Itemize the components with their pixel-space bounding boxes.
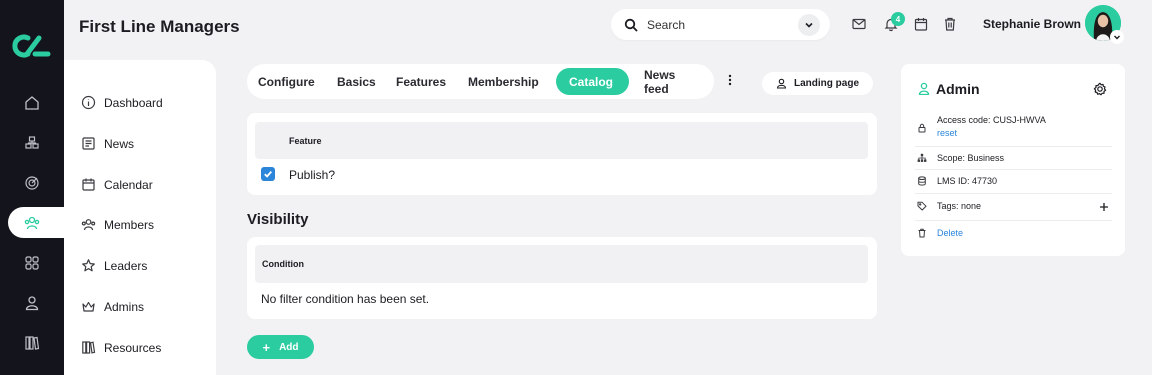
landing-page-button[interactable]: Landing page xyxy=(762,72,873,95)
members-icon xyxy=(81,219,96,231)
newspaper-icon xyxy=(82,137,95,150)
user-icon xyxy=(25,296,39,311)
divider xyxy=(915,146,1112,147)
search-bar[interactable]: Search xyxy=(611,9,830,40)
nav-label: Admins xyxy=(104,299,145,314)
page-title: First Line Managers xyxy=(79,17,240,36)
feature-table-header: Feature xyxy=(255,122,868,159)
scope-row: Scope: Business xyxy=(917,153,1112,163)
rail-grid[interactable] xyxy=(0,247,64,279)
nav-label: News xyxy=(104,136,135,151)
calendar-icon[interactable] xyxy=(913,16,929,32)
tags-text: Tags: none xyxy=(937,201,982,211)
landing-page-label: Landing page xyxy=(794,78,859,89)
access-code-text: Access code: CUSJ-HWVA xyxy=(937,115,1046,125)
network-icon xyxy=(25,136,39,149)
divider xyxy=(915,193,1112,194)
tag-icon xyxy=(917,201,927,211)
reset-link[interactable]: reset xyxy=(937,128,1046,138)
database-icon xyxy=(918,176,926,186)
chevron-down-icon xyxy=(1114,35,1120,40)
search-input[interactable]: Search xyxy=(647,18,798,32)
grid-icon xyxy=(25,256,39,270)
add-button[interactable]: + Add xyxy=(247,335,314,359)
nav-label: Leaders xyxy=(104,258,148,273)
rail-target[interactable] xyxy=(0,167,64,199)
lock-icon xyxy=(918,123,926,133)
more-options-icon[interactable] xyxy=(727,73,733,87)
tab-basics[interactable]: Basics xyxy=(324,68,389,95)
condition-table-header: Condition xyxy=(255,245,868,283)
admin-panel-title: Admin xyxy=(936,81,980,97)
trash-icon xyxy=(918,228,926,238)
tags-row: Tags: none xyxy=(917,201,1112,211)
empty-condition-text: No filter condition has been set. xyxy=(261,292,430,306)
admin-user-icon xyxy=(918,82,930,95)
nav-item-dashboard[interactable]: Dashboard xyxy=(81,95,163,110)
tab-configure[interactable]: Configure xyxy=(245,68,328,95)
nav-label: Calendar xyxy=(104,177,153,192)
nav-item-leaders[interactable]: Leaders xyxy=(81,258,147,273)
target-icon xyxy=(25,176,39,190)
nav-item-calendar[interactable]: Calendar xyxy=(81,177,153,192)
rail-home[interactable] xyxy=(0,87,64,119)
notification-count-badge: 4 xyxy=(891,12,905,26)
add-button-label: Add xyxy=(279,341,299,353)
user-icon xyxy=(776,78,787,89)
info-icon xyxy=(81,95,96,110)
nav-item-members[interactable]: Members xyxy=(81,217,154,232)
nav-label: Members xyxy=(104,217,155,232)
scope-text: Scope: Business xyxy=(937,153,1005,163)
library-icon xyxy=(25,336,40,350)
publish-checkbox[interactable] xyxy=(261,167,275,181)
star-icon xyxy=(82,259,95,272)
chevron-down-icon xyxy=(805,22,813,28)
nav-label: Dashboard xyxy=(104,95,163,110)
settings-tabs: Configure Basics Features Membership Cat… xyxy=(247,64,714,99)
delete-row[interactable]: Delete xyxy=(917,228,1112,238)
tab-features[interactable]: Features xyxy=(383,68,459,95)
access-code-row: Access code: CUSJ-HWVA reset xyxy=(917,115,1112,138)
mail-icon[interactable] xyxy=(851,16,867,32)
delete-link[interactable]: Delete xyxy=(937,228,963,238)
tab-membership[interactable]: Membership xyxy=(455,68,552,95)
divider xyxy=(915,220,1112,221)
publish-label: Publish? xyxy=(289,168,336,182)
add-tag-icon[interactable] xyxy=(1099,202,1109,212)
nav-label: Resources xyxy=(104,340,162,355)
divider xyxy=(915,169,1112,170)
books-icon xyxy=(82,341,96,354)
user-menu-button[interactable] xyxy=(1110,30,1124,44)
rail-members[interactable] xyxy=(0,207,64,239)
nav-item-admins[interactable]: Admins xyxy=(81,299,144,314)
tab-catalog[interactable]: Catalog xyxy=(556,68,629,95)
lms-id-row: LMS ID: 47730 xyxy=(917,176,1112,186)
rail-library[interactable] xyxy=(0,327,64,359)
trash-icon[interactable] xyxy=(942,16,958,32)
visibility-heading: Visibility xyxy=(247,211,309,228)
crown-icon xyxy=(82,301,95,312)
lms-id-text: LMS ID: 47730 xyxy=(937,176,998,186)
search-icon xyxy=(624,18,638,31)
plus-icon: + xyxy=(262,339,271,355)
gear-icon[interactable] xyxy=(1093,82,1107,96)
calendar-icon xyxy=(82,178,95,191)
members-icon xyxy=(24,216,40,230)
nav-item-resources[interactable]: Resources xyxy=(81,340,161,355)
nav-item-news[interactable]: News xyxy=(81,136,134,151)
user-name[interactable]: Stephanie Brown xyxy=(983,17,1081,31)
checkmark-icon xyxy=(264,171,272,178)
search-dropdown-button[interactable] xyxy=(798,13,820,36)
left-rail xyxy=(0,0,66,375)
tab-news-feed[interactable]: News feed xyxy=(631,68,714,96)
hierarchy-icon xyxy=(917,153,927,162)
app-logo[interactable] xyxy=(12,32,52,60)
home-icon xyxy=(25,96,39,110)
rail-user[interactable] xyxy=(0,287,64,319)
rail-network[interactable] xyxy=(0,127,64,159)
